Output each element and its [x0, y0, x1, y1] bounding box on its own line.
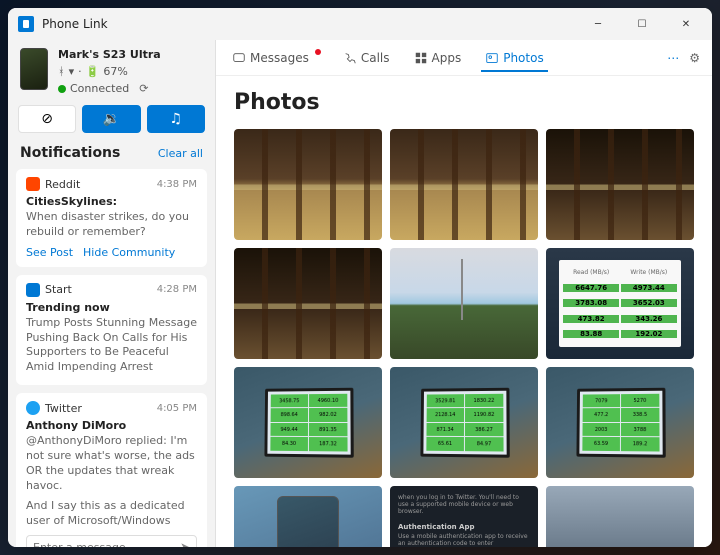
tab-calls[interactable]: Calls	[339, 45, 394, 71]
notification-body: When disaster strikes, do you rebuild or…	[26, 210, 197, 240]
photo-thumbnail[interactable]: 3458.754960.10 898.64982.02 949.44891.35…	[234, 367, 382, 478]
photo-thumbnail[interactable]: Read (MB/s)Write (MB/s) 6647.764973.44 3…	[546, 248, 694, 359]
dnd-button[interactable]: ⊘	[18, 105, 76, 133]
main-panel: Messages Calls Apps Photos ⋯ ⚙ Photos	[216, 40, 712, 547]
titlebar: Phone Link ─ ☐ ✕	[8, 8, 712, 40]
photo-thumbnail[interactable]	[234, 486, 382, 547]
app-icon	[18, 16, 34, 32]
notification-title: CitiesSkylines:	[26, 195, 197, 208]
twitter-icon	[26, 401, 40, 415]
minimize-button[interactable]: ─	[576, 8, 620, 40]
tab-bar: Messages Calls Apps Photos ⋯ ⚙	[216, 40, 712, 76]
notification-time: 4:05 PM	[157, 403, 197, 414]
wifi-icon: ▾	[69, 65, 75, 78]
unread-dot-icon	[315, 49, 321, 55]
notification-title: Anthony DiMoro	[26, 419, 197, 432]
phone-thumbnail[interactable]	[20, 48, 48, 90]
monitor-screen: 70795270 477.2338.5 20033788 63.59189.2	[576, 388, 665, 458]
battery-icon: 🔋	[86, 65, 100, 78]
notifications-header: Notifications Clear all	[8, 141, 215, 165]
notification-card[interactable]: Reddit 4:38 PM CitiesSkylines: When disa…	[16, 169, 207, 267]
card-text: Use a mobile authentication app to recei…	[398, 533, 530, 547]
photo-thumbnail[interactable]: when you log in to Twitter. You'll need …	[390, 486, 538, 547]
send-icon[interactable]: ➤	[180, 540, 190, 547]
photo-thumbnail[interactable]: 70795270 477.2338.5 20033788 63.59189.2	[546, 367, 694, 478]
notification-body-2: And I say this as a dedicated user of Mi…	[26, 499, 197, 529]
start-icon	[26, 283, 40, 297]
app-title: Phone Link	[42, 17, 108, 31]
see-post-button[interactable]: See Post	[26, 246, 73, 259]
card-text: when you log in to Twitter. You'll need …	[398, 494, 530, 515]
device-name: Mark's S23 Ultra	[58, 48, 203, 61]
sidebar: Mark's S23 Ultra ᚼ ▾ · 🔋 67% Connected ⟳	[8, 40, 216, 547]
hide-community-button[interactable]: Hide Community	[83, 246, 175, 259]
photo-thumbnail[interactable]	[234, 248, 382, 359]
connection-status: Connected ⟳	[58, 82, 203, 95]
page-heading: Photos	[234, 90, 694, 115]
maximize-button[interactable]: ☐	[620, 8, 664, 40]
notifications-title: Notifications	[20, 145, 120, 161]
notification-card[interactable]: Twitter 4:05 PM Anthony DiMoro @AnthonyD…	[16, 393, 207, 547]
tab-messages[interactable]: Messages	[228, 45, 323, 71]
app-window: Phone Link ─ ☐ ✕ Mark's S23 Ultra ᚼ ▾ · …	[8, 8, 712, 547]
music-button[interactable]: ♫	[147, 105, 205, 133]
notification-body: Trump Posts Stunning Message Pushing Bac…	[26, 316, 197, 375]
monitor-screen: 3529.811830.22 2128.141190.82 871.34386.…	[420, 388, 509, 458]
notification-time: 4:28 PM	[157, 284, 197, 295]
photos-content: Photos Read (MB/s)Write (MB/s) 6647.7649…	[216, 76, 712, 547]
card-title: Authentication App	[398, 523, 530, 531]
reddit-icon	[26, 177, 40, 191]
photo-thumbnail[interactable]	[390, 248, 538, 359]
settings-icon[interactable]: ⚙	[689, 51, 700, 65]
device-panel: Mark's S23 Ultra ᚼ ▾ · 🔋 67% Connected ⟳	[8, 40, 215, 101]
action-buttons: ⊘ 🔉 ♫	[8, 101, 215, 141]
app-body: Mark's S23 Ultra ᚼ ▾ · 🔋 67% Connected ⟳	[8, 40, 712, 547]
device-info: Mark's S23 Ultra ᚼ ▾ · 🔋 67% Connected ⟳	[58, 48, 203, 95]
battery-percent: 67%	[103, 65, 127, 78]
new-indicator-icon[interactable]: ⋯	[667, 51, 679, 65]
notification-body: @AnthonyDiMoro replied: I'm not sure wha…	[26, 434, 197, 493]
window-controls: ─ ☐ ✕	[576, 8, 708, 40]
volume-button[interactable]: 🔉	[82, 105, 140, 133]
photo-grid: Read (MB/s)Write (MB/s) 6647.764973.44 3…	[234, 129, 694, 547]
tab-photos[interactable]: Photos	[481, 45, 547, 71]
notification-card[interactable]: Start 4:28 PM Trending now Trump Posts S…	[16, 275, 207, 385]
clear-all-button[interactable]: Clear all	[158, 147, 203, 160]
device-status-row: ᚼ ▾ · 🔋 67%	[58, 65, 203, 78]
refresh-icon[interactable]: ⟳	[139, 82, 148, 95]
close-button[interactable]: ✕	[664, 8, 708, 40]
notification-title: Trending now	[26, 301, 197, 314]
monitor-screen: 3458.754960.10 898.64982.02 949.44891.35…	[264, 388, 353, 458]
benchmark-window: Read (MB/s)Write (MB/s) 6647.764973.44 3…	[559, 260, 680, 347]
reply-input[interactable]	[33, 541, 180, 547]
bluetooth-icon: ᚼ	[58, 65, 65, 78]
photo-thumbnail[interactable]: 3529.811830.22 2128.141190.82 871.34386.…	[390, 367, 538, 478]
tab-apps[interactable]: Apps	[410, 45, 466, 71]
photo-thumbnail[interactable]	[546, 129, 694, 240]
reply-input-row: ➤	[26, 535, 197, 547]
notification-time: 4:38 PM	[157, 179, 197, 190]
photo-thumbnail[interactable]	[390, 129, 538, 240]
photo-thumbnail[interactable]	[546, 486, 694, 547]
connected-dot-icon	[58, 85, 66, 93]
photo-thumbnail[interactable]	[234, 129, 382, 240]
